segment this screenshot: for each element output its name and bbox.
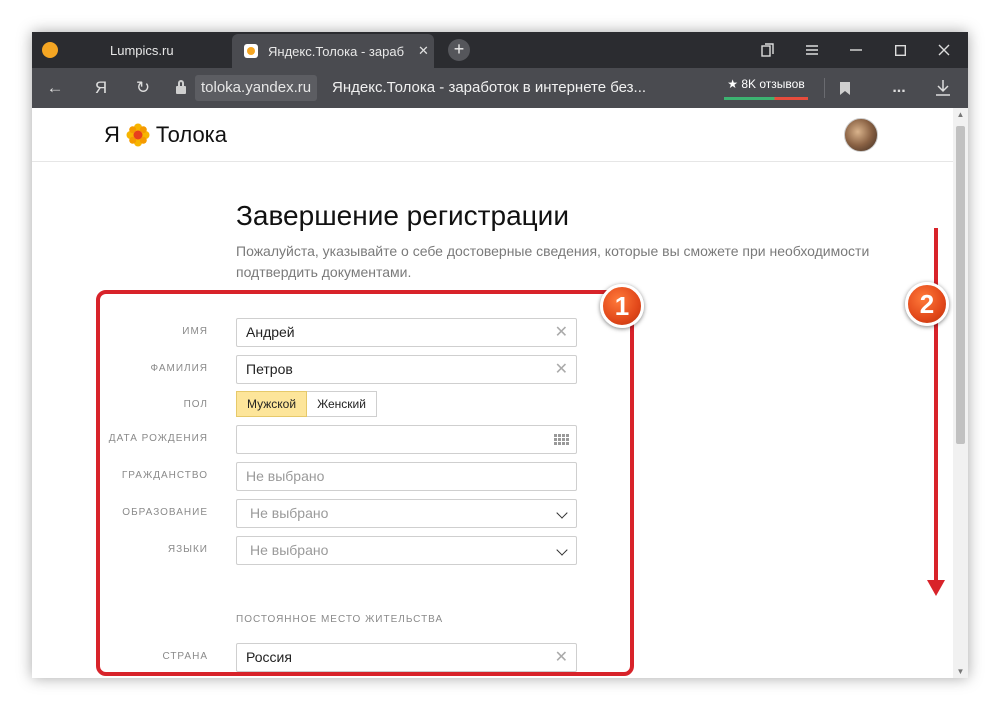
scroll-down-icon[interactable]: ▼ (953, 667, 968, 676)
toloka-flower-icon (126, 123, 150, 147)
more-button[interactable]: ... (884, 68, 914, 108)
tab-label: Яндекс.Толока - зараб (268, 43, 405, 59)
reviews-rating-bar (724, 97, 808, 100)
highlight-frame (96, 290, 634, 676)
bookmark-icon[interactable] (830, 68, 860, 108)
address-page-title[interactable]: Яндекс.Толока - заработок в интернете бе… (332, 68, 646, 108)
step-badge-2: 2 (905, 282, 949, 326)
back-button[interactable]: ← (40, 68, 70, 108)
tab-toloka[interactable]: Яндекс.Толока - зараб ✕ (232, 34, 434, 68)
user-avatar[interactable] (844, 118, 878, 152)
toloka-favicon-icon (244, 44, 258, 58)
page-scrollbar[interactable]: ▲ ▼ (953, 108, 968, 678)
page-title: Завершение регистрации (236, 200, 569, 231)
download-icon[interactable] (928, 68, 958, 108)
browser-window: Lumpics.ru Яндекс.Толока - зараб ✕ + ← Я… (32, 32, 968, 678)
close-window-icon[interactable] (924, 32, 964, 68)
maximize-icon[interactable] (880, 32, 920, 68)
scroll-down-arrow (934, 228, 938, 588)
toolbar-divider (824, 78, 825, 98)
arrow-head-icon (927, 580, 945, 596)
logo-name-text: Толока (155, 122, 228, 147)
reviews-badge[interactable]: ★ 8K отзывов (724, 76, 808, 100)
lock-icon (176, 80, 186, 94)
tab-lumpics[interactable]: Lumpics.ru (32, 32, 232, 68)
toloka-logo[interactable]: Я Толока (104, 122, 227, 148)
scroll-up-icon[interactable]: ▲ (953, 110, 968, 119)
site-header: Я Толока (32, 108, 953, 162)
yandex-home-button[interactable]: Я (86, 68, 116, 108)
minimize-icon[interactable] (836, 32, 876, 68)
logo-ya-text: Я (104, 122, 120, 147)
browser-toolbar: ← Я ↻ toloka.yandex.ru Яндекс.Толока - з… (32, 68, 968, 108)
tab-label: Lumpics.ru (110, 42, 174, 58)
bookmarks-panel-icon[interactable] (748, 32, 788, 68)
reviews-label: ★ 8K отзывов (727, 77, 805, 91)
scrollbar-thumb[interactable] (956, 126, 965, 444)
page-subtitle: Пожалуйста, указывайте о себе достоверны… (236, 243, 870, 280)
reload-button[interactable]: ↻ (128, 68, 158, 108)
menu-icon[interactable] (792, 32, 832, 68)
tab-strip: Lumpics.ru Яндекс.Толока - зараб ✕ + (32, 32, 968, 68)
close-tab-icon[interactable]: ✕ (418, 43, 429, 59)
address-domain[interactable]: toloka.yandex.ru (195, 75, 318, 101)
new-tab-button[interactable]: + (448, 39, 470, 61)
step-badge-1: 1 (600, 284, 644, 328)
lumpics-favicon-icon (42, 42, 58, 58)
